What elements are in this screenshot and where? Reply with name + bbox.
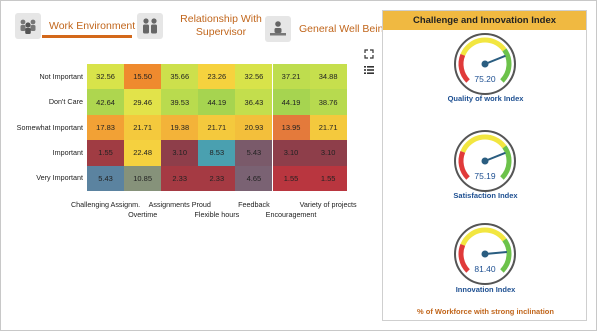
heatmap-cell[interactable]: 36.43 bbox=[235, 89, 273, 115]
supervisor-icon bbox=[137, 13, 163, 39]
gauge-hub bbox=[481, 60, 489, 68]
app-frame: Work Environment Relationship With Super… bbox=[0, 0, 597, 331]
panel-title: Challenge and Innovation Index bbox=[383, 11, 586, 30]
heatmap-cell[interactable]: 8.53 bbox=[198, 140, 236, 166]
heatmap-cell[interactable]: 35.66 bbox=[161, 64, 199, 90]
gauge-title: Quality of work Index bbox=[447, 94, 524, 103]
gauge-dial bbox=[454, 130, 516, 192]
heatmap-cell[interactable]: 4.65 bbox=[235, 165, 273, 191]
heatmap-cell[interactable]: 1.55 bbox=[309, 165, 347, 191]
heatmap-cell[interactable]: 17.83 bbox=[87, 114, 125, 141]
heatmap-cell[interactable]: 21.71 bbox=[198, 114, 236, 141]
person-desk-icon bbox=[265, 16, 291, 42]
heatmap-cell[interactable]: 34.88 bbox=[309, 64, 347, 90]
gauge-value: 81.40 bbox=[474, 264, 496, 274]
gauge-value: 75.20 bbox=[474, 74, 496, 84]
heatmap-cell[interactable]: 42.64 bbox=[87, 89, 125, 115]
tab-relationship-with-supervisor[interactable]: Relationship With Supervisor bbox=[137, 13, 267, 39]
heatmap-cell[interactable]: 10.85 bbox=[124, 165, 162, 191]
heatmap-row-label: Don't Care bbox=[48, 97, 83, 107]
heatmap-cell[interactable]: 2.33 bbox=[161, 165, 199, 191]
gauge-hub bbox=[481, 250, 489, 258]
gauge-value: 75.19 bbox=[474, 171, 496, 181]
heatmap-row-label: Important bbox=[52, 147, 83, 157]
gauge-title: Innovation Index bbox=[455, 285, 516, 294]
heatmap-cell[interactable]: 32.56 bbox=[87, 64, 125, 90]
heatmap-row-label: Not Important bbox=[39, 71, 83, 81]
people-group-icon bbox=[15, 13, 41, 39]
heatmap-column-label: Feedback bbox=[238, 200, 270, 209]
heatmap-cell[interactable]: 3.10 bbox=[272, 140, 310, 166]
tab-label: General Well Being bbox=[299, 22, 390, 35]
tab-general-well-being[interactable]: General Well Being bbox=[265, 16, 389, 42]
heatmap-cell[interactable]: 39.53 bbox=[161, 89, 199, 115]
active-tab-indicator bbox=[42, 35, 132, 38]
heatmap-column-label: Challenging Assignm. bbox=[70, 200, 141, 209]
tab-label: Relationship With Supervisor bbox=[180, 13, 262, 38]
heatmap-cell[interactable]: 44.19 bbox=[272, 89, 310, 115]
heatmap-column-label: Assignments Proud bbox=[148, 200, 211, 209]
list-menu-icon[interactable] bbox=[364, 62, 374, 74]
heatmap-cell[interactable]: 20.93 bbox=[235, 114, 273, 141]
gauge-title: Satisfaction Index bbox=[453, 191, 518, 200]
heatmap-cell[interactable]: 13.95 bbox=[272, 114, 310, 141]
heatmap-cell[interactable]: 5.43 bbox=[87, 165, 125, 191]
tab-label: Work Environment bbox=[49, 19, 136, 32]
heatmap-cell[interactable]: 15.50 bbox=[124, 64, 162, 90]
heatmap-cell[interactable]: 21.71 bbox=[124, 114, 162, 141]
expand-icon[interactable] bbox=[364, 46, 374, 59]
heatmap-cell[interactable]: 21.71 bbox=[309, 114, 347, 141]
heatmap-cell[interactable]: 37.21 bbox=[272, 64, 310, 90]
gauge-dial bbox=[454, 33, 516, 95]
heatmap-cell[interactable]: 3.10 bbox=[309, 140, 347, 166]
heatmap-cell[interactable]: 29.46 bbox=[124, 89, 162, 115]
challenge-innovation-panel: Challenge and Innovation Index 75.20 Qual… bbox=[382, 10, 587, 321]
heatmap-cell[interactable]: 3.10 bbox=[161, 140, 199, 166]
heatmap-cell[interactable]: 2.33 bbox=[198, 165, 236, 191]
heatmap-row-label: Very Important bbox=[36, 173, 83, 183]
gauge-hub bbox=[481, 157, 489, 165]
heatmap-cell[interactable]: 5.43 bbox=[235, 140, 273, 166]
heatmap-cell[interactable]: 32.56 bbox=[235, 64, 273, 90]
heatmap-column-label: Overtime bbox=[128, 210, 158, 219]
heatmap-row-label: Somewhat Important bbox=[16, 122, 83, 132]
heatmap-cell[interactable]: 23.26 bbox=[198, 64, 236, 90]
heatmap-cell[interactable]: 22.48 bbox=[124, 140, 162, 166]
heatmap-cell[interactable]: 44.19 bbox=[198, 89, 236, 115]
heatmap-cell[interactable]: 19.38 bbox=[161, 114, 199, 141]
heatmap-cell[interactable]: 1.55 bbox=[87, 140, 125, 166]
panel-footer: % of Workforce with strong inclination bbox=[417, 307, 554, 316]
heatmap-cell[interactable]: 1.55 bbox=[272, 165, 310, 191]
heatmap-column-label: Variety of projects bbox=[299, 200, 357, 209]
gauge-dial bbox=[454, 223, 516, 285]
heatmap-column-label: Flexible hours bbox=[194, 210, 240, 219]
heatmap-column-label: Encouragement bbox=[265, 210, 317, 219]
heatmap-cell[interactable]: 38.76 bbox=[309, 89, 347, 115]
